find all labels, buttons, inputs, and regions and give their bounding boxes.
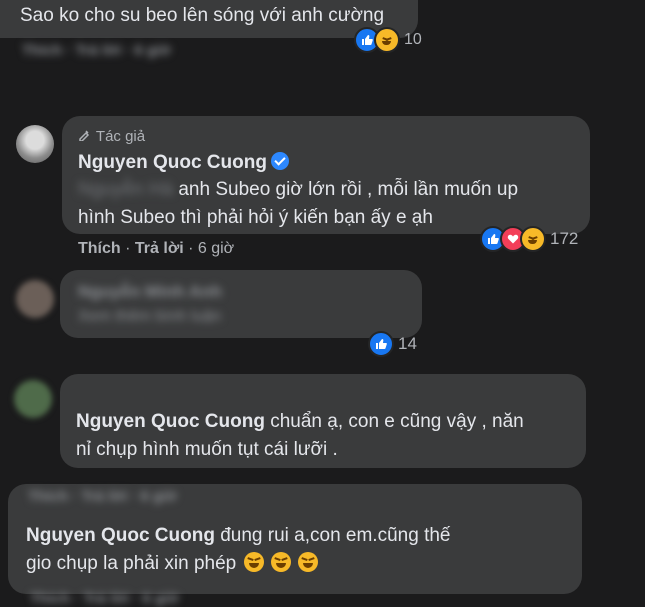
comment-text-line2: hình Subeo thì phải hỏi ý kiến bạn ấy e … [78,207,433,228]
comment-text-line2: gio chụp la phải xin phép [26,553,237,574]
comment-author[interactable]: Nguyen Quoc Cuong [78,152,267,173]
reaction-count: 14 [398,334,417,353]
avatar[interactable] [14,380,52,418]
comment-text: Sao ko cho su beo lên sóng với anh cường [20,5,385,26]
blurred-author[interactable]: Nguyễn Minh Anh [78,282,222,302]
comment-bubble-5: Thích · Trả lời · 6 giờ Nguyen Quoc Cuon… [8,484,582,594]
comment-author[interactable]: Nguyen Quoc Cuong [26,525,215,546]
comment-text-line2: nỉ chụp hình muốn tụt cái lưỡi . [76,439,338,460]
like-icon [368,331,394,357]
comment-time[interactable]: 6 giờ [198,240,234,257]
reaction-summary[interactable]: 172 [480,226,578,252]
avatar[interactable] [16,125,54,163]
haha-emoji-icon [270,552,291,572]
blurred-actions: Thích · Trả lời · 6 giờ [28,488,177,505]
like-link[interactable]: Thích [78,240,121,257]
comment-bubble-4: Nguyen Quoc Cuong chuẩn ạ, con e cũng vậ… [60,374,586,468]
blurred-text: Xem thêm bình luận [78,308,222,325]
verified-badge-icon [270,152,289,170]
reaction-summary[interactable]: 10 [354,27,422,53]
author-badge-icon [78,128,92,145]
comment-text-line1: đung rui a,con em.cũng thế [220,525,451,546]
comment-text-line1: chuẩn ạ, con e cũng vậy , năn [270,411,524,432]
comment-actions[interactable]: Thích · Trả lời · 6 giờ [22,42,171,59]
reaction-count: 172 [550,229,579,248]
reaction-summary[interactable]: 14 [368,331,417,357]
reaction-count: 10 [404,31,422,48]
comment-bubble-3: Nguyễn Minh Anh Xem thêm bình luận [60,270,422,338]
haha-emoji-icon [298,552,319,572]
comment-bubble-2: Tác giả Nguyen Quoc Cuong Nguyễn Hà anh … [62,116,590,234]
author-badge: Tác giả [95,128,146,145]
comment-author[interactable]: Nguyen Quoc Cuong [76,411,265,432]
reply-link[interactable]: Trả lời [135,240,184,257]
avatar[interactable] [16,280,54,318]
haha-emoji-icon [243,552,264,572]
tagged-name[interactable]: Nguyễn Hà [78,179,173,200]
haha-icon [374,27,400,53]
comment-text-line1: anh Subeo giờ lớn rồi , mỗi lần muốn up [178,179,519,200]
haha-icon [520,226,546,252]
